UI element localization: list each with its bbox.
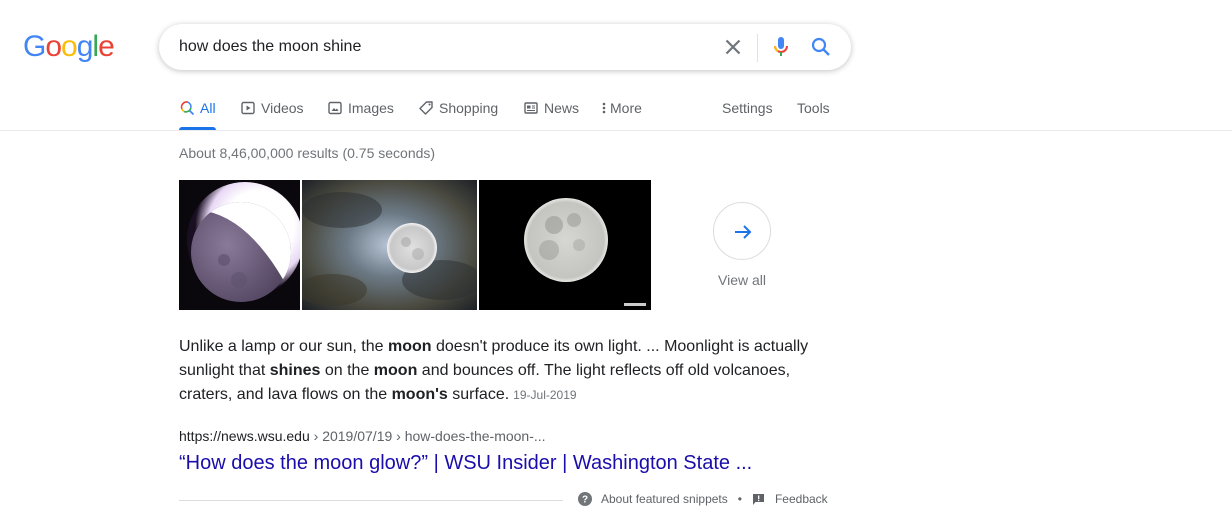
snippet-highlight: moon's	[391, 386, 448, 403]
tab-label: All	[200, 100, 216, 116]
view-all-label[interactable]: View all	[700, 272, 784, 288]
snippet-highlight: moon	[373, 362, 418, 379]
tab-all[interactable]: All	[179, 96, 216, 130]
tab-shopping[interactable]: Shopping	[418, 96, 498, 130]
tab-label: News	[544, 100, 580, 116]
help-icon: ?	[578, 492, 592, 506]
header-divider	[0, 130, 1232, 131]
play-icon	[241, 101, 255, 115]
full-moon-image	[479, 180, 651, 310]
feedback-label: Feedback	[774, 492, 828, 506]
tab-label: More	[610, 100, 642, 116]
image-icon	[328, 101, 342, 115]
tab-label: Images	[348, 100, 394, 116]
about-featured-snippets-link[interactable]: ? About featured snippets	[578, 492, 728, 506]
tab-label: Videos	[261, 100, 304, 116]
footer-separator: •	[737, 492, 742, 506]
view-all-button[interactable]	[713, 202, 771, 260]
result-stats: About 8,46,00,000 results (0.75 seconds)	[179, 145, 436, 161]
google-logo[interactable]: Google	[23, 30, 115, 64]
snippet-part: surface.	[447, 386, 510, 403]
tab-more[interactable]: More	[601, 96, 642, 130]
logo-letter: o	[61, 30, 78, 63]
tools-link[interactable]: Tools	[797, 96, 830, 130]
snippet-highlight: moon	[388, 338, 432, 355]
svg-text:?: ?	[582, 495, 588, 506]
search-box	[159, 24, 851, 70]
image-thumbnail[interactable]	[479, 180, 651, 310]
more-vert-icon	[602, 102, 606, 114]
voice-search-button[interactable]	[769, 35, 793, 59]
microphone-icon	[773, 37, 788, 56]
tab-images[interactable]: Images	[327, 96, 394, 130]
moon-eclipse-image	[179, 180, 300, 310]
search-button[interactable]	[809, 35, 833, 59]
settings-label: Settings	[722, 100, 773, 116]
feedback-link[interactable]: Feedback	[752, 492, 828, 506]
snippet-date: 19-Jul-2019	[513, 388, 577, 402]
tab-videos[interactable]: Videos	[240, 96, 304, 130]
tab-label: Shopping	[439, 100, 499, 116]
tag-icon	[419, 101, 433, 115]
tools-label: Tools	[797, 100, 830, 116]
logo-letter: g	[76, 30, 94, 63]
clear-button[interactable]	[721, 35, 745, 59]
moon-clouds-image	[302, 180, 477, 310]
search-input[interactable]	[179, 24, 719, 70]
about-label: About featured snippets	[601, 492, 728, 506]
tab-news[interactable]: News	[523, 96, 579, 130]
search-icon	[811, 37, 830, 56]
settings-link[interactable]: Settings	[722, 96, 773, 130]
snippet-highlight: shines	[269, 362, 321, 379]
image-thumbnail[interactable]	[302, 180, 477, 310]
logo-letter: e	[98, 30, 115, 63]
snippet-divider	[179, 500, 563, 501]
snippet-part: on the	[320, 362, 374, 379]
snippet-part: Unlike a lamp or our sun, the	[179, 338, 388, 355]
url-path: › 2019/07/19 › how-does-the-moon-...	[309, 428, 546, 444]
search-icon	[180, 101, 195, 116]
feedback-icon	[752, 493, 764, 505]
result-url[interactable]: https://news.wsu.edu › 2019/07/19 › how-…	[179, 428, 546, 444]
newspaper-icon	[524, 102, 538, 114]
arrow-right-icon	[735, 225, 752, 239]
logo-letter: G	[23, 30, 46, 63]
image-thumbnail[interactable]	[179, 180, 300, 310]
snippet-footer: ? About featured snippets • Feedback	[578, 492, 828, 506]
search-divider	[757, 34, 758, 62]
result-title-link[interactable]: “How does the moon glow?” | WSU Insider …	[179, 452, 752, 475]
url-host: https://news.wsu.edu	[179, 428, 310, 444]
logo-letter: o	[45, 30, 62, 63]
close-icon	[725, 39, 741, 55]
featured-snippet-text: Unlike a lamp or our sun, the moon doesn…	[179, 335, 819, 407]
